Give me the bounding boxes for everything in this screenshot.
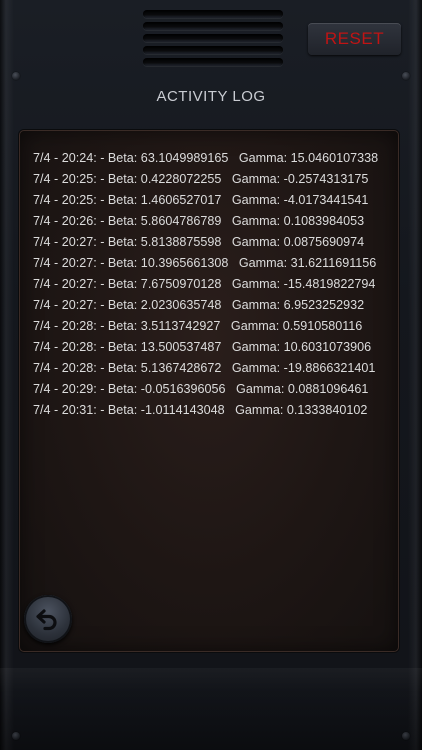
bottom-bezel [0,668,422,750]
back-button[interactable] [24,595,72,643]
reset-button[interactable]: RESET [308,23,401,55]
screw-icon [402,72,410,80]
speaker-slot [143,46,283,54]
log-entry: 7/4 - 20:26: - Beta: 5.8604786789 Gamma:… [33,214,365,228]
log-entry: 7/4 - 20:27: - Beta: 7.6750970128 Gamma:… [33,277,376,291]
log-entry: 7/4 - 20:27: - Beta: 2.0230635748 Gamma:… [33,298,365,312]
log-entry: 7/4 - 20:24: - Beta: 63.1049989165 Gamma… [33,151,379,165]
activity-log-list: 7/4 - 20:24: - Beta: 63.1049989165 Gamma… [33,148,378,421]
log-entry: 7/4 - 20:25: - Beta: 0.4228072255 Gamma:… [33,172,369,186]
speaker-slot [143,58,283,66]
speaker-slot [143,34,283,42]
speaker-slot [143,22,283,30]
log-entry: 7/4 - 20:29: - Beta: -0.0516396056 Gamma… [33,382,369,396]
log-entry: 7/4 - 20:27: - Beta: 5.8138875598 Gamma:… [33,235,365,249]
activity-log-panel[interactable]: 7/4 - 20:24: - Beta: 63.1049989165 Gamma… [19,130,399,652]
page-title: ACTIVITY LOG [156,88,266,105]
back-arrow-icon [36,609,57,631]
app-screen: RESET ACTIVITY LOG 7/4 - 20:24: - Beta: … [0,0,422,750]
log-entry: 7/4 - 20:28: - Beta: 5.1367428672 Gamma:… [33,361,376,375]
log-entry: 7/4 - 20:28: - Beta: 3.5113742927 Gamma:… [33,319,363,333]
speaker-slot [143,10,283,18]
speaker-grille [143,10,283,68]
log-entry: 7/4 - 20:31: - Beta: -1.0114143048 Gamma… [33,403,368,417]
log-entry: 7/4 - 20:25: - Beta: 1.4606527017 Gamma:… [33,193,369,207]
log-entry: 7/4 - 20:28: - Beta: 13.500537487 Gamma:… [33,340,372,354]
log-entry: 7/4 - 20:27: - Beta: 10.3965661308 Gamma… [33,256,377,270]
screw-icon [12,72,20,80]
